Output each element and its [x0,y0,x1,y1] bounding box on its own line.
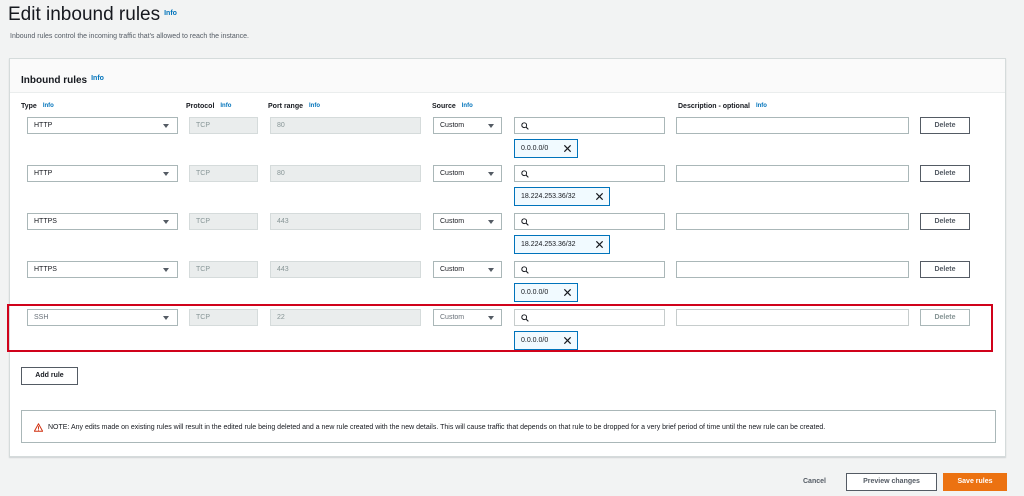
protocol-field: TCP [189,117,258,134]
source-search-input[interactable] [514,165,665,182]
preview-changes-button[interactable]: Preview changes [846,473,937,491]
column-type-label: Type [21,103,37,110]
port-range-field: 443 [270,261,421,278]
description-input[interactable] [676,165,909,182]
type-value: HTTP [34,122,53,129]
column-port-range: Port range Info [268,103,320,110]
source-value: Custom [440,170,465,177]
page-title: Edit inbound rules Info [8,4,177,26]
column-protocol-label: Protocol [186,103,215,110]
protocol-field: TCP [189,213,258,230]
cidr-value: 0.0.0.0/0 [521,289,549,296]
port-range-value: 443 [277,266,289,273]
port-range-value: 80 [277,170,285,177]
type-select[interactable]: HTTPS [27,261,178,278]
cidr-token: 18.224.253.36/32 [514,235,610,254]
page-title-info-link[interactable]: Info [164,10,177,17]
port-range-value: 443 [277,218,289,225]
column-description-label: Description - optional [678,103,750,110]
delete-rule-button[interactable]: Delete [920,213,970,230]
type-value: HTTP [34,170,53,177]
delete-rule-button[interactable]: Delete [920,165,970,182]
notice-text: NOTE: Any edits made on existing rules w… [48,424,826,431]
column-description-info-link[interactable]: Info [756,103,767,109]
column-port-range-label: Port range [268,103,304,110]
close-icon[interactable] [563,288,572,297]
page-title-text: Edit inbound rules [8,4,161,25]
column-description: Description - optional Info [678,103,767,110]
source-value: Custom [440,218,465,225]
cidr-value: 18.224.253.36/32 [521,241,576,248]
source-search-input[interactable] [514,117,665,134]
protocol-value: TCP [196,218,210,225]
protocol-value: TCP [196,122,210,129]
source-select[interactable]: Custom [433,213,502,230]
page-subtitle: Inbound rules control the incoming traff… [10,33,249,40]
column-type-info-link[interactable]: Info [43,103,54,109]
protocol-field: TCP [189,261,258,278]
column-protocol-info-link[interactable]: Info [220,103,231,109]
search-icon [521,266,529,274]
column-port-range-info-link[interactable]: Info [309,103,320,109]
add-rule-button[interactable]: Add rule [21,367,78,385]
source-search-input[interactable] [514,261,665,278]
cidr-token: 0.0.0.0/0 [514,139,578,158]
source-value: Custom [440,122,465,129]
protocol-value: TCP [196,170,210,177]
cancel-button[interactable]: Cancel [803,478,826,485]
type-select[interactable]: HTTPS [27,213,178,230]
type-value: HTTPS [34,266,57,273]
panel-header: Inbound rules Info [10,59,1005,93]
source-value: Custom [440,266,465,273]
column-source-label: Source [432,103,456,110]
type-select[interactable]: HTTP [27,117,178,134]
port-range-value: 80 [277,122,285,129]
delete-rule-button[interactable]: Delete [920,261,970,278]
save-rules-button[interactable]: Save rules [943,473,1007,491]
source-select[interactable]: Custom [433,117,502,134]
search-icon [521,122,529,130]
source-search-input[interactable] [514,213,665,230]
cidr-token: 0.0.0.0/0 [514,283,578,302]
delete-rule-button[interactable]: Delete [920,117,970,134]
column-source-info-link[interactable]: Info [462,103,473,109]
search-icon [521,170,529,178]
highlighted-rule-box [7,304,993,352]
description-input[interactable] [676,117,909,134]
port-range-field: 80 [270,117,421,134]
description-input[interactable] [676,213,909,230]
type-select[interactable]: HTTP [27,165,178,182]
type-value: HTTPS [34,218,57,225]
close-icon[interactable] [563,144,572,153]
notice-alert: NOTE: Any edits made on existing rules w… [21,410,996,443]
column-type: Type Info [21,103,54,110]
protocol-value: TCP [196,266,210,273]
column-source: Source Info [432,103,473,110]
cidr-token: 18.224.253.36/32 [514,187,610,206]
warning-icon [34,423,43,432]
description-input[interactable] [676,261,909,278]
protocol-field: TCP [189,165,258,182]
close-icon[interactable] [595,240,604,249]
port-range-field: 443 [270,213,421,230]
column-protocol: Protocol Info [186,103,231,110]
source-select[interactable]: Custom [433,261,502,278]
panel-title: Inbound rules [21,75,88,86]
cidr-value: 0.0.0.0/0 [521,145,549,152]
port-range-field: 80 [270,165,421,182]
panel-info-link[interactable]: Info [91,75,104,82]
search-icon [521,218,529,226]
close-icon[interactable] [595,192,604,201]
source-select[interactable]: Custom [433,165,502,182]
cidr-value: 18.224.253.36/32 [521,193,576,200]
